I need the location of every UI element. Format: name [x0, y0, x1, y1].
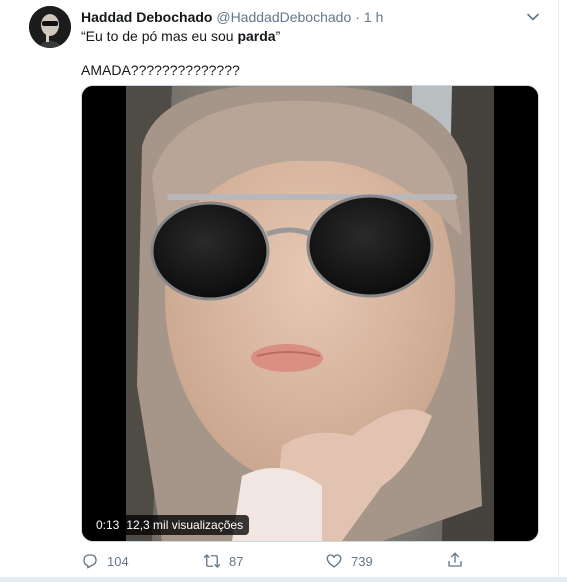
tweet-quote-text: “Eu to de pó mas eu sou parda” [81, 27, 280, 45]
retweet-icon [203, 554, 221, 568]
reply-icon [83, 554, 97, 569]
reply-count: 104 [107, 553, 129, 569]
share-icon [448, 552, 462, 567]
timeline-border [558, 0, 559, 582]
tweet-divider [0, 577, 567, 582]
tweet-timestamp[interactable]: 1 h [364, 9, 383, 25]
quote-text-bold: parda [237, 28, 276, 44]
header-separator: · [355, 9, 360, 25]
quote-text-start: “Eu to de pó mas eu sou [81, 28, 238, 44]
tweet-menu-caret[interactable] [525, 9, 541, 25]
video-elapsed-time: 0:13 [96, 518, 120, 532]
video-info-badge: 0:13 12,3 mil visualizações [90, 515, 250, 535]
avatar[interactable] [29, 6, 71, 48]
like-count: 739 [351, 553, 373, 569]
video-view-count: 12,3 mil visualizações [126, 518, 244, 532]
author-handle[interactable]: @HaddadDebochado [216, 9, 351, 25]
author-name[interactable]: Haddad Debochado [81, 9, 212, 25]
chevron-down-icon [527, 13, 539, 21]
tweet-body-text: AMADA?????????????? [81, 62, 240, 78]
tweet-header: Haddad Debochado @HaddadDebochado · 1 h [81, 8, 383, 26]
retweet-count: 87 [229, 553, 244, 569]
share-button[interactable] [446, 551, 464, 569]
like-button[interactable]: 739 [325, 550, 373, 572]
video-player[interactable] [81, 85, 539, 542]
retweet-button[interactable]: 87 [203, 550, 243, 572]
reply-button[interactable]: 104 [81, 550, 129, 572]
quote-text-end: ” [275, 28, 281, 44]
heart-icon [326, 554, 342, 568]
video-frame [82, 86, 538, 541]
